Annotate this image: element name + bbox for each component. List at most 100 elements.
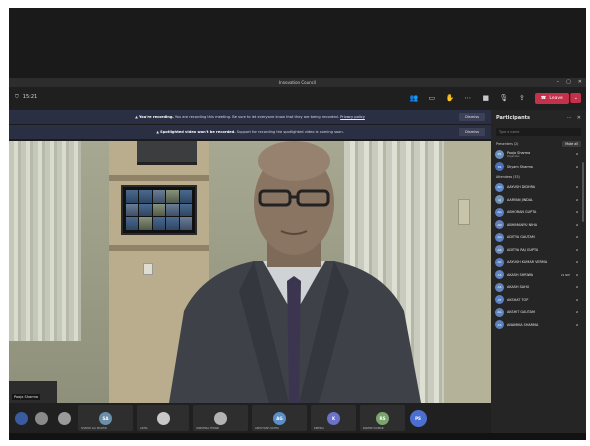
participant-row-name: ABHIMANYU NIHA xyxy=(507,223,537,227)
participant-avatar: AG xyxy=(273,411,286,425)
participant-strip: SA SHAHID ALI SHAHID ADHA VANSHIKA TIWARI AG… xyxy=(9,403,491,433)
taskbar xyxy=(9,433,586,440)
meeting-toolbar: ⛉ 15:21 👥 ▭ ✋ ⋯ ■ 🎙 ⇪ ☎ Leave ⌄ xyxy=(9,87,586,110)
leave-options-button[interactable]: ⌄ xyxy=(569,93,581,103)
privacy-policy-link[interactable]: Privacy policy xyxy=(340,115,365,119)
mic-muted-icon: ⌀ xyxy=(575,197,578,202)
blank-area xyxy=(9,8,586,78)
participant-avatar: RS xyxy=(376,411,389,425)
participant-avatar: K xyxy=(327,411,340,425)
participant-row-avatar: SS xyxy=(495,162,504,172)
mic-muted-icon: ⌀ xyxy=(575,285,578,290)
participant-tile[interactable]: K KIRTIKA xyxy=(311,405,356,431)
participant-avatar: SA xyxy=(99,411,112,425)
participant-tile[interactable] xyxy=(55,405,74,431)
participants-title: Participants xyxy=(496,115,531,121)
participant-row[interactable]: AG AKSHIT GAUTAM ⌀ xyxy=(491,306,586,319)
participant-row-avatar: AS xyxy=(495,282,504,292)
close-panel-icon[interactable]: ✕ xyxy=(577,115,581,121)
toolbar-actions: 👥 ▭ ✋ ⋯ ■ 🎙 ⇪ ☎ Leave ⌄ xyxy=(409,92,581,104)
participant-row[interactable]: AN ABHIMANYU NIHA ⌀ xyxy=(491,219,586,232)
mic-muted-icon: ⌀ xyxy=(575,152,578,157)
participant-row-avatar: AS xyxy=(495,270,504,280)
participant-row-avatar: AG xyxy=(495,232,504,242)
maximize-icon[interactable]: ▢ xyxy=(566,78,571,87)
participant-name: AKSHAT TOP xyxy=(507,297,529,302)
window-controls: – ▢ ✕ xyxy=(557,78,582,87)
participant-row-name: AAYUSH DIDHRA xyxy=(507,185,535,189)
close-icon[interactable]: ✕ xyxy=(578,78,582,87)
recording-banner: ▲ You're recording. You are recording th… xyxy=(9,110,491,124)
participant-tile[interactable]: RS RAKESH KUMAR xyxy=(360,405,405,431)
self-view-name: Pooja Sharma xyxy=(12,394,41,400)
leave-label: Leave xyxy=(549,95,563,101)
recording-banner-text: You are recording this meeting. Be sure … xyxy=(173,115,339,119)
participant-tile[interactable]: VANSHIKA TIWARI xyxy=(193,405,248,431)
search-placeholder: Type a name xyxy=(499,130,520,134)
participant-row-name: AKASH SAHU xyxy=(507,285,529,289)
participant-row[interactable]: SS Shyam Sharma ⌀ xyxy=(491,161,586,174)
dismiss-recording-button[interactable]: Dismiss xyxy=(459,113,485,121)
participant-tile-name: ASHUTOSH GUPTA xyxy=(255,427,279,430)
participant-row-name: ADITYA RAJ GUPTA xyxy=(507,248,538,252)
presenters-list: PS Pooja Sharma Organizer ⌀ SS Shyam Sharma ⌀ xyxy=(491,148,586,173)
participant-row[interactable]: PS Pooja Sharma Organizer ⌀ xyxy=(491,148,586,161)
dismiss-spotlight-button[interactable]: Dismiss xyxy=(459,128,485,136)
participant-tile[interactable]: ADHA xyxy=(137,405,189,431)
participant-search-input[interactable]: Type a name ⌕ xyxy=(496,128,586,136)
participant-tile[interactable] xyxy=(32,405,51,431)
mic-muted-icon: ⌀ xyxy=(575,222,578,227)
participant-row-avatar: AT xyxy=(495,295,504,305)
self-view-tile[interactable]: Pooja Sharma xyxy=(9,381,57,403)
attendees-section-header[interactable]: Attendees (53) xyxy=(491,173,586,181)
participant-tile[interactable] xyxy=(15,405,28,431)
presenters-section-header[interactable]: Presenters (2) Mute all xyxy=(491,140,586,148)
participant-row[interactable]: AG ABHORAN GUPTA ⌀ xyxy=(491,206,586,219)
participant-row[interactable]: AS AKASH SAHU ⌀ xyxy=(491,281,586,294)
participant-row-avatar: AR xyxy=(495,245,504,255)
mic-muted-icon: ⌀ xyxy=(575,297,578,302)
participant-row[interactable]: AJ AARYAN JINDAL ⌀ xyxy=(491,194,586,207)
participant-tile[interactable]: SA SHAHID ALI SHAHID xyxy=(78,405,133,431)
participant-row[interactable]: AD AAYUSH DIDHRA ⌀ xyxy=(491,181,586,194)
share-icon[interactable]: ⇪ xyxy=(517,92,527,104)
panel-scrollbar[interactable] xyxy=(582,162,584,222)
mic-icon[interactable]: 🎙 xyxy=(499,92,509,104)
participant-avatar xyxy=(58,411,71,425)
window-title: Innovation Council xyxy=(278,80,317,85)
leave-button[interactable]: ☎ Leave xyxy=(534,92,569,104)
participant-row-avatar: AS xyxy=(495,320,504,330)
participant-row[interactable]: AR ADITYA RAJ GUPTA ⌀ xyxy=(491,244,586,257)
participant-avatar xyxy=(214,411,227,425)
spotlight-video[interactable]: Pooja Sharma xyxy=(9,141,491,403)
shield-icon: ⛉ xyxy=(15,94,19,100)
participant-row[interactable]: AT AKSHAT TOP ⌀ xyxy=(491,294,586,307)
spotlight-banner-text: Support for recording the spotlighted vi… xyxy=(235,130,344,134)
participant-row-name: AKASH SHRIWA xyxy=(507,273,533,277)
mute-all-button[interactable]: Mute all xyxy=(562,141,581,147)
participant-tile[interactable]: AG ASHUTOSH GUPTA xyxy=(252,405,307,431)
participant-tile[interactable]: PS xyxy=(409,405,427,431)
participant-row-name: AKSHIT GAUTAM xyxy=(507,310,535,314)
participants-icon[interactable]: 👥 xyxy=(409,92,419,104)
participant-avatar: PS xyxy=(409,409,427,427)
raise-hand-icon[interactable]: ✋ xyxy=(445,92,455,104)
participant-row-name: ADITYA GAUTAM xyxy=(507,235,535,239)
participant-row[interactable]: AG ADITYA GAUTAM ⌀ xyxy=(491,231,586,244)
spotlight-banner-strong: Spotlighted video won't be recorded. xyxy=(160,130,236,134)
participant-row-avatar: AG xyxy=(495,207,504,217)
participant-row[interactable]: AS ANAMIKA SHARMA ⌀ xyxy=(491,319,586,332)
participant-row[interactable]: AS AKASH SHRIWA 21 NIE ⌀ xyxy=(491,269,586,282)
participant-row-name: AAYUSH KUMAR VERMA xyxy=(507,260,547,264)
mic-muted-icon: ⌀ xyxy=(575,247,578,252)
camera-icon[interactable]: ■ xyxy=(481,92,491,104)
phone-icon: ☎ xyxy=(540,95,547,101)
participant-row[interactable]: AK AAYUSH KUMAR VERMA ⌀ xyxy=(491,256,586,269)
more-icon[interactable]: ⋯ xyxy=(463,92,473,104)
participant-row-avatar: AG xyxy=(495,307,504,317)
participant-row-avatar: AN xyxy=(495,220,504,230)
chat-icon[interactable]: ▭ xyxy=(427,92,437,104)
wall-socket xyxy=(143,263,153,275)
minimize-icon[interactable]: – xyxy=(557,78,560,87)
more-options-icon[interactable]: ⋯ xyxy=(567,115,572,121)
